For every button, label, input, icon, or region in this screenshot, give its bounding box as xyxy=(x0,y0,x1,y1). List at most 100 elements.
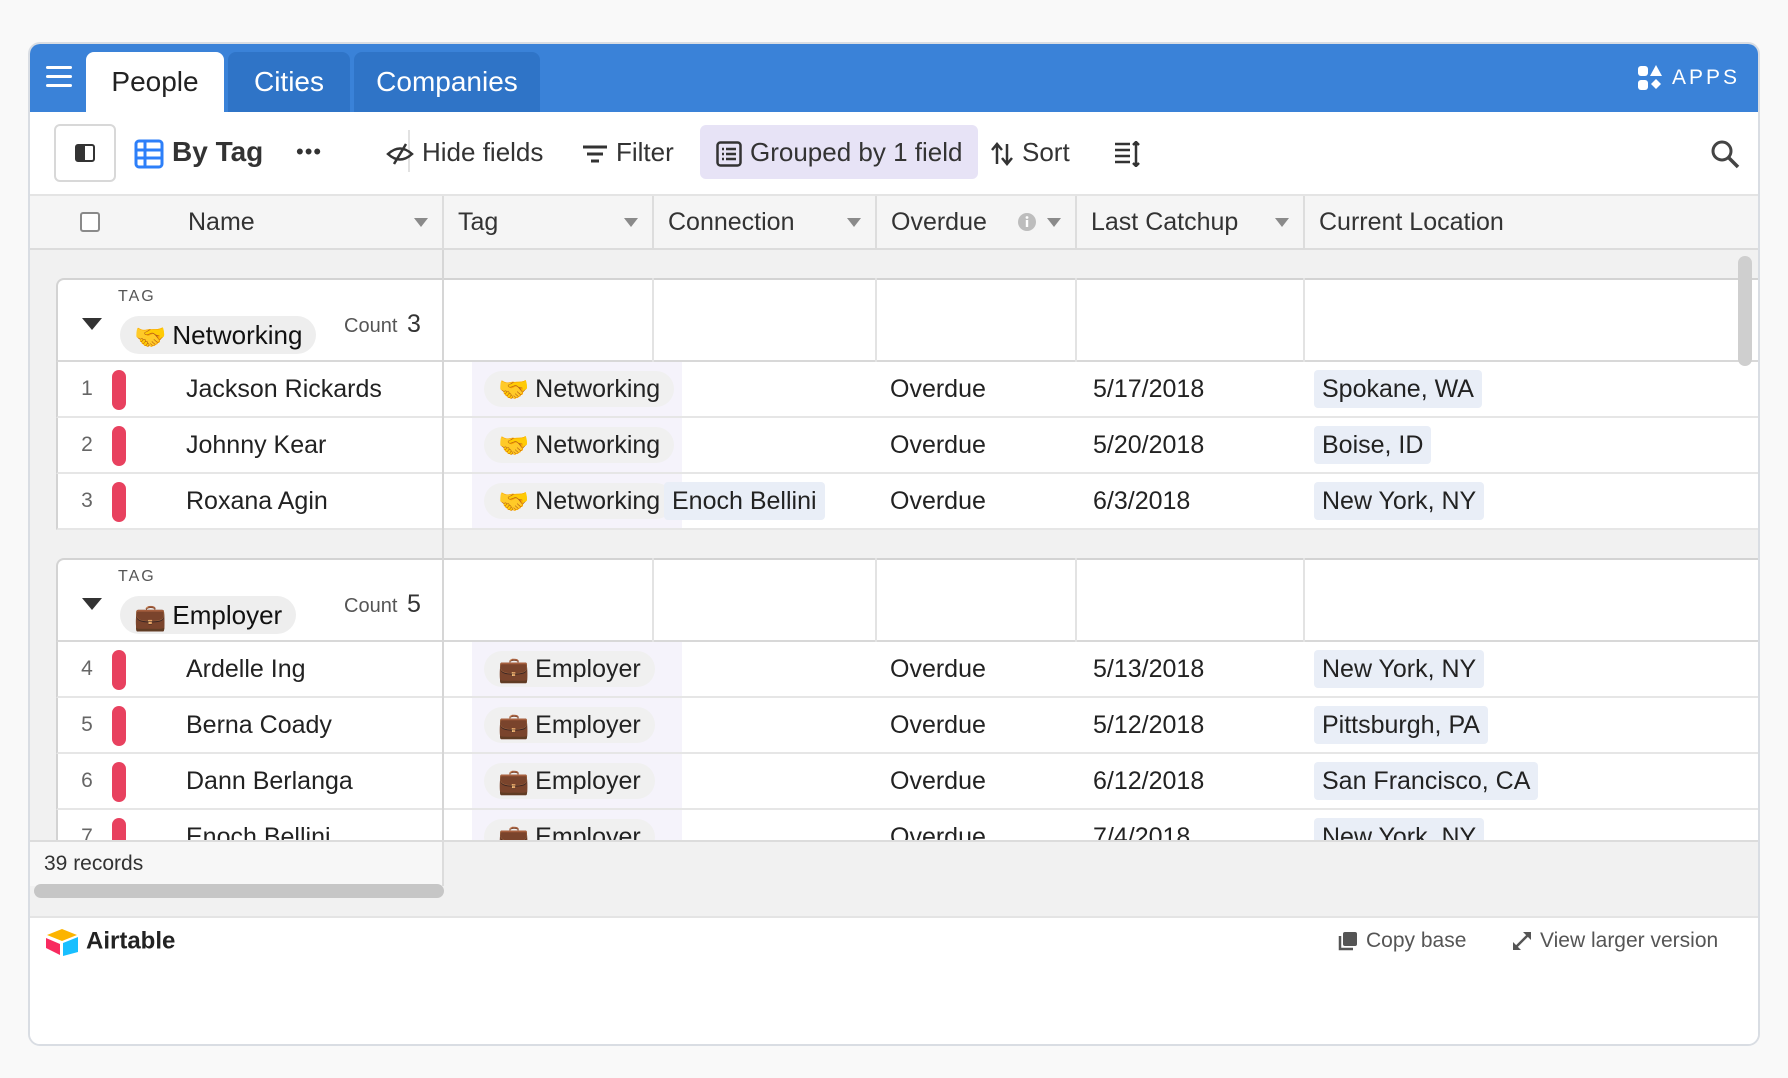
cell-overdue[interactable]: Overdue xyxy=(890,418,986,472)
chevron-down-icon[interactable] xyxy=(624,218,638,227)
handshake-icon: 🤝 xyxy=(498,488,530,517)
cell-last-catchup[interactable]: 5/17/2018 xyxy=(1093,362,1204,416)
table-row[interactable]: 4 Ardelle Ing 💼 Employer Overdue 5/13/201… xyxy=(56,642,1758,698)
copy-base-link[interactable]: Copy base xyxy=(1338,928,1466,954)
group-button[interactable]: Grouped by 1 field xyxy=(700,125,979,179)
table-row[interactable]: 1 Jackson Rickards 🤝 Networking Overdue 5… xyxy=(56,362,1758,418)
cell-location[interactable]: Pittsburgh, PA xyxy=(1314,706,1488,744)
cell-tag[interactable]: 💼 Employer xyxy=(472,698,682,752)
apps-label: APPS xyxy=(1671,66,1740,89)
cell-overdue[interactable]: Overdue xyxy=(890,474,986,528)
column-divider xyxy=(1303,278,1305,362)
sidebar-toggle-button[interactable] xyxy=(54,124,116,182)
chevron-down-icon[interactable] xyxy=(1047,218,1061,227)
count-value: 3 xyxy=(406,310,421,338)
group-value-pill: 🤝 Networking xyxy=(120,316,317,354)
eye-off-icon xyxy=(386,143,414,165)
search-button[interactable] xyxy=(1710,125,1748,179)
chevron-down-icon[interactable] xyxy=(1275,218,1289,227)
briefcase-icon: 💼 xyxy=(498,656,530,685)
cell-location[interactable]: Boise, ID xyxy=(1314,426,1432,464)
table-row[interactable]: 6 Dann Berlanga 💼 Employer Overdue 6/12/2… xyxy=(56,754,1758,810)
tab-companies[interactable]: Companies xyxy=(354,52,540,112)
tag-pill: 💼 Employer xyxy=(484,651,655,687)
cell-connection[interactable]: Enoch Bellini xyxy=(664,482,825,520)
cell-location[interactable]: San Francisco, CA xyxy=(1314,762,1539,800)
filter-button[interactable]: Filter xyxy=(582,125,674,179)
tag-pill: 🤝 Networking xyxy=(484,427,675,463)
cell-name[interactable]: Johnny Kear xyxy=(186,418,326,472)
copy-base-label: Copy base xyxy=(1366,929,1467,952)
chevron-down-icon[interactable] xyxy=(847,218,861,227)
column-header-tag[interactable]: Tag xyxy=(444,196,654,248)
column-header-name[interactable]: Name xyxy=(30,196,444,248)
row-number: 1 xyxy=(81,377,93,400)
column-header-last-catchup[interactable]: Last Catchup xyxy=(1077,196,1305,248)
chevron-down-icon[interactable] xyxy=(414,218,428,227)
view-switcher[interactable]: By Tag xyxy=(134,125,263,179)
tab-people[interactable]: People xyxy=(86,52,224,112)
cell-name[interactable]: Jackson Rickards xyxy=(186,362,382,416)
info-icon[interactable] xyxy=(1017,212,1037,232)
cell-name[interactable]: Roxana Agin xyxy=(186,474,328,528)
airtable-logo[interactable]: Airtable xyxy=(44,928,175,956)
menu-icon[interactable] xyxy=(46,66,72,90)
cell-overdue[interactable]: Overdue xyxy=(890,362,986,416)
cell-name[interactable]: Berna Coady xyxy=(186,698,332,752)
tag-text: Employer xyxy=(535,711,641,739)
cell-last-catchup[interactable]: 5/12/2018 xyxy=(1093,698,1204,752)
apps-button[interactable]: APPS xyxy=(1636,62,1740,94)
cell-location[interactable]: Spokane, WA xyxy=(1314,370,1482,408)
sort-icon xyxy=(991,142,1013,167)
table-row[interactable]: 2 Johnny Kear 🤝 Networking Overdue 5/20/2… xyxy=(56,418,1758,474)
horizontal-scrollbar[interactable] xyxy=(34,884,444,898)
table-row[interactable]: 5 Berna Coady 💼 Employer Overdue 5/12/201… xyxy=(56,698,1758,754)
sort-button[interactable]: Sort xyxy=(990,125,1070,179)
tab-cities[interactable]: Cities xyxy=(228,52,350,112)
cell-last-catchup[interactable]: 5/20/2018 xyxy=(1093,418,1204,472)
table-row[interactable]: 3 Roxana Agin 🤝 Networking Enoch Bellini … xyxy=(56,474,1758,530)
top-bar: People Cities Companies APPS xyxy=(30,44,1758,112)
cell-name[interactable]: Ardelle Ing xyxy=(186,642,306,696)
cell-tag[interactable]: 💼 Employer xyxy=(472,754,682,808)
cell-last-catchup[interactable]: 6/12/2018 xyxy=(1093,754,1204,808)
column-header-current-location[interactable]: Current Location xyxy=(1305,196,1758,248)
collapse-caret-icon[interactable] xyxy=(82,598,102,610)
column-header-row: Name Tag Connection Overdue Last Catchup xyxy=(30,196,1758,250)
row-height-button[interactable] xyxy=(1114,125,1150,179)
grouped-label: Grouped by 1 field xyxy=(750,137,963,167)
brand-name: Airtable xyxy=(86,927,176,955)
cell-tag[interactable]: 🤝 Networking xyxy=(472,362,682,416)
row-number: 6 xyxy=(81,769,93,792)
column-tag-label: Tag xyxy=(458,208,499,236)
column-header-connection[interactable]: Connection xyxy=(654,196,877,248)
cell-tag[interactable]: 🤝 Networking xyxy=(472,474,682,528)
cell-overdue[interactable]: Overdue xyxy=(890,698,986,752)
column-header-overdue[interactable]: Overdue xyxy=(877,196,1077,248)
cell-tag[interactable]: 🤝 Networking xyxy=(472,418,682,472)
view-more-button[interactable]: ••• xyxy=(296,125,322,179)
cell-overdue[interactable]: Overdue xyxy=(890,642,986,696)
row-color-marker xyxy=(112,762,126,802)
column-name-label: Name xyxy=(188,208,255,236)
cell-location[interactable]: New York, NY xyxy=(1314,650,1485,688)
select-all-checkbox[interactable] xyxy=(80,212,100,232)
cell-name[interactable]: Dann Berlanga xyxy=(186,754,353,808)
group-header-networking[interactable]: TAG 🤝 Networking Count 3 xyxy=(56,278,1758,362)
handshake-icon: 🤝 xyxy=(498,376,530,405)
cell-last-catchup[interactable]: 6/3/2018 xyxy=(1093,474,1190,528)
group-header-employer[interactable]: TAG 💼 Employer Count 5 xyxy=(56,558,1758,642)
hide-fields-button[interactable]: Hide fields xyxy=(386,125,543,179)
cell-location[interactable]: New York, NY xyxy=(1314,482,1485,520)
collapse-caret-icon[interactable] xyxy=(82,318,102,330)
copy-icon xyxy=(1338,932,1357,951)
cell-overdue[interactable]: Overdue xyxy=(890,754,986,808)
cell-tag[interactable]: 💼 Employer xyxy=(472,642,682,696)
view-larger-link[interactable]: View larger version xyxy=(1512,928,1718,954)
group-field-label: TAG xyxy=(118,288,156,305)
airtable-embed: People Cities Companies APPS By Tag ••• … xyxy=(28,42,1760,1046)
column-location-label: Current Location xyxy=(1319,208,1504,236)
cell-last-catchup[interactable]: 5/13/2018 xyxy=(1093,642,1204,696)
row-color-marker xyxy=(112,706,126,746)
vertical-scrollbar[interactable] xyxy=(1738,256,1752,366)
